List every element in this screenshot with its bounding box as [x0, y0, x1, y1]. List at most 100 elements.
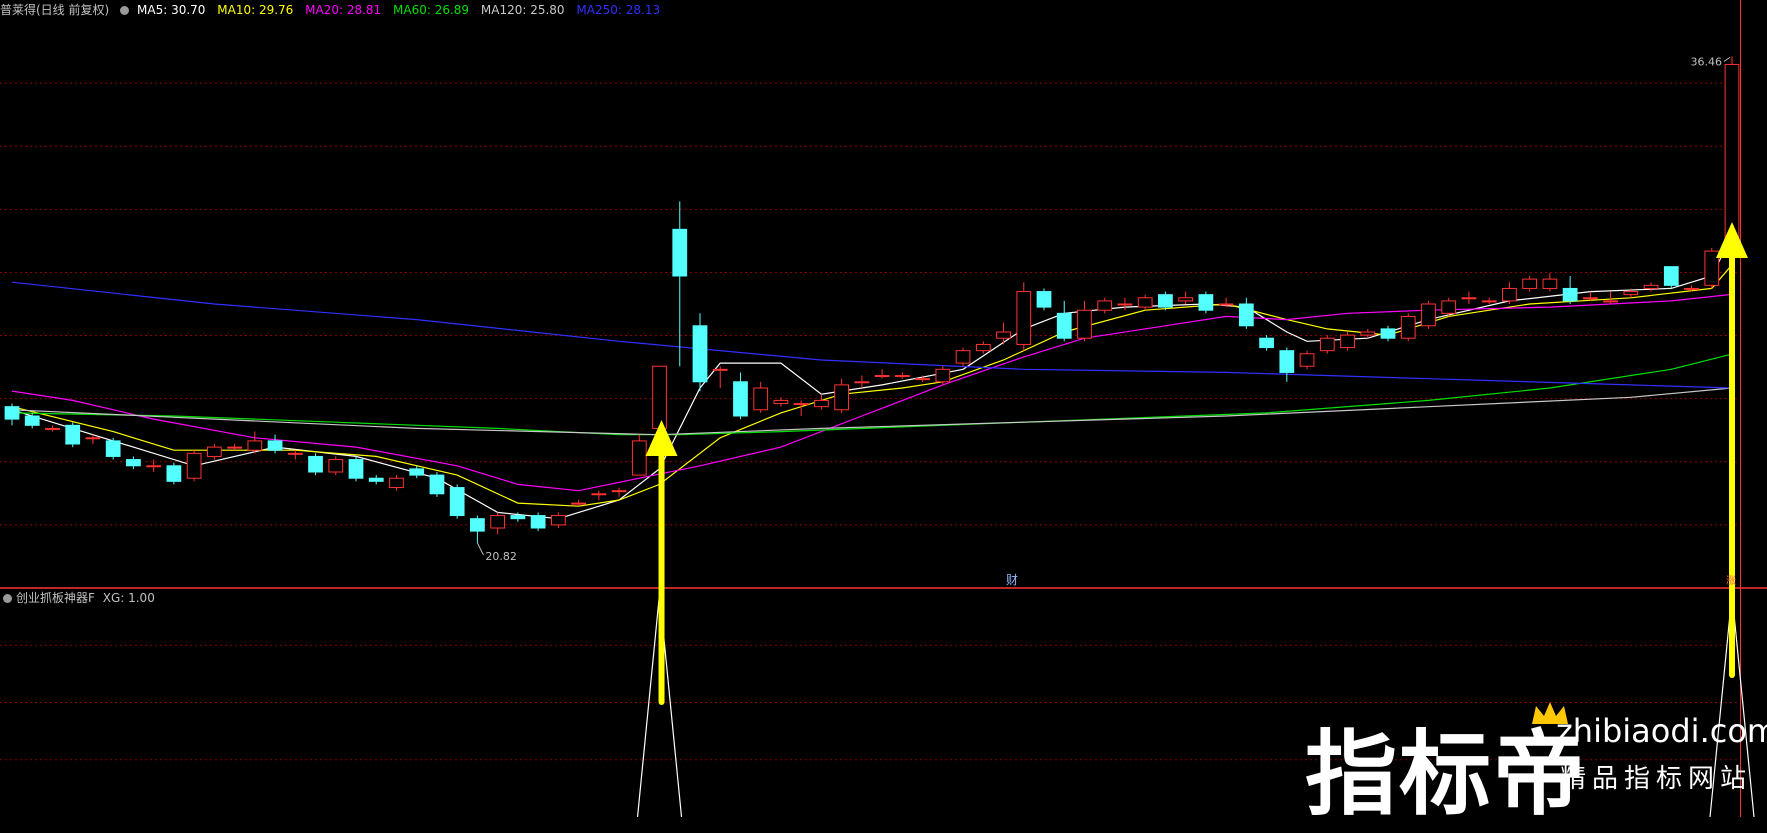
ma-line-ma60 [11, 353, 1733, 436]
candle [328, 456, 344, 476]
candle [126, 456, 141, 469]
candle-body [429, 474, 445, 495]
ma-line-ma20 [11, 293, 1733, 492]
candle [247, 431, 263, 454]
candle-body [1077, 309, 1092, 339]
candle-body [935, 368, 951, 383]
candle-body [287, 452, 303, 455]
candle-body [1684, 287, 1699, 290]
candle-body [65, 424, 81, 445]
candle-body [105, 440, 121, 457]
ma5-label: MA5: 30.70 [137, 3, 206, 17]
candle [146, 459, 162, 472]
candle-body [1623, 291, 1639, 296]
candle-body [328, 459, 344, 473]
candle [267, 434, 283, 454]
candle-body [1056, 312, 1072, 339]
settings-icon[interactable] [3, 594, 12, 603]
kline-chart[interactable]: 36.46 20.82 财 涨 [0, 0, 1767, 817]
candle [1502, 282, 1517, 304]
candle [854, 375, 870, 388]
candle-body [409, 468, 425, 476]
candle [733, 372, 748, 420]
candle-body [126, 459, 141, 467]
candle [105, 437, 121, 460]
candle-body [1117, 303, 1133, 306]
candle-body [874, 375, 890, 378]
candle-body [1158, 294, 1173, 308]
candle [1441, 297, 1457, 317]
candle-body [1340, 334, 1355, 349]
candle-body [1603, 300, 1618, 303]
candle [1421, 300, 1436, 329]
candle-body [1279, 350, 1295, 373]
candle [1056, 300, 1072, 342]
candle-body [470, 518, 485, 532]
candle-body [975, 343, 991, 352]
low-price-pointer [476, 542, 484, 556]
candle-body [1360, 331, 1376, 336]
candle-body [1502, 287, 1517, 302]
candle-body [348, 459, 364, 479]
candle-body [1481, 300, 1497, 303]
candle [550, 512, 566, 528]
ma20-label: MA20: 28.81 [305, 3, 382, 17]
candle [368, 475, 384, 485]
settings-icon[interactable] [120, 6, 130, 15]
candle-body [611, 490, 627, 493]
candle-body [672, 228, 688, 277]
candle [631, 434, 647, 476]
candle-body [490, 515, 506, 529]
candle-body [652, 365, 667, 429]
candle-body [1421, 303, 1436, 327]
candle-body [733, 381, 748, 417]
candle [409, 465, 425, 479]
candle-body [1704, 250, 1720, 286]
candle [1481, 297, 1497, 304]
candle-body [206, 446, 222, 457]
candle-body [955, 350, 971, 364]
candle [1542, 272, 1558, 292]
price-gridlines [0, 0, 1767, 817]
candle-body [571, 502, 586, 505]
candle-body [4, 406, 20, 420]
candle-body [247, 440, 263, 451]
candle [1380, 325, 1396, 342]
candle-body [1259, 337, 1274, 349]
signal-arrow-head [1716, 222, 1748, 258]
candle [975, 341, 991, 354]
candle-body [1562, 287, 1578, 302]
candle [1198, 291, 1214, 314]
candle [348, 456, 364, 482]
high-price-pointer [1723, 56, 1731, 62]
candle [470, 515, 485, 543]
candle-body [773, 399, 789, 405]
candle [591, 490, 607, 500]
candle-body [308, 455, 323, 473]
candle-body [368, 477, 384, 482]
candle [1097, 297, 1113, 314]
candle [530, 512, 546, 532]
candle [753, 381, 769, 413]
indicator-header: 创业抓板神器F XG: 1.00 [0, 588, 163, 608]
candle [1016, 282, 1032, 351]
indicator-title: 创业抓板神器F [16, 591, 95, 605]
candle-body [1319, 337, 1335, 352]
candle [1279, 347, 1295, 382]
candle [652, 365, 667, 432]
candle [1319, 335, 1335, 354]
candle-body [834, 384, 850, 411]
candle [1117, 297, 1133, 311]
candle [1603, 291, 1618, 304]
candle-body [814, 399, 829, 408]
candle [955, 347, 971, 367]
signal-arrow-head [645, 420, 678, 456]
candle [206, 444, 222, 460]
candle-body [389, 477, 404, 489]
candle [1704, 248, 1720, 289]
candle-body [1461, 297, 1477, 300]
candle-body [1299, 353, 1315, 367]
candle [287, 450, 303, 460]
candle [308, 453, 323, 476]
candle-body [1137, 297, 1153, 308]
